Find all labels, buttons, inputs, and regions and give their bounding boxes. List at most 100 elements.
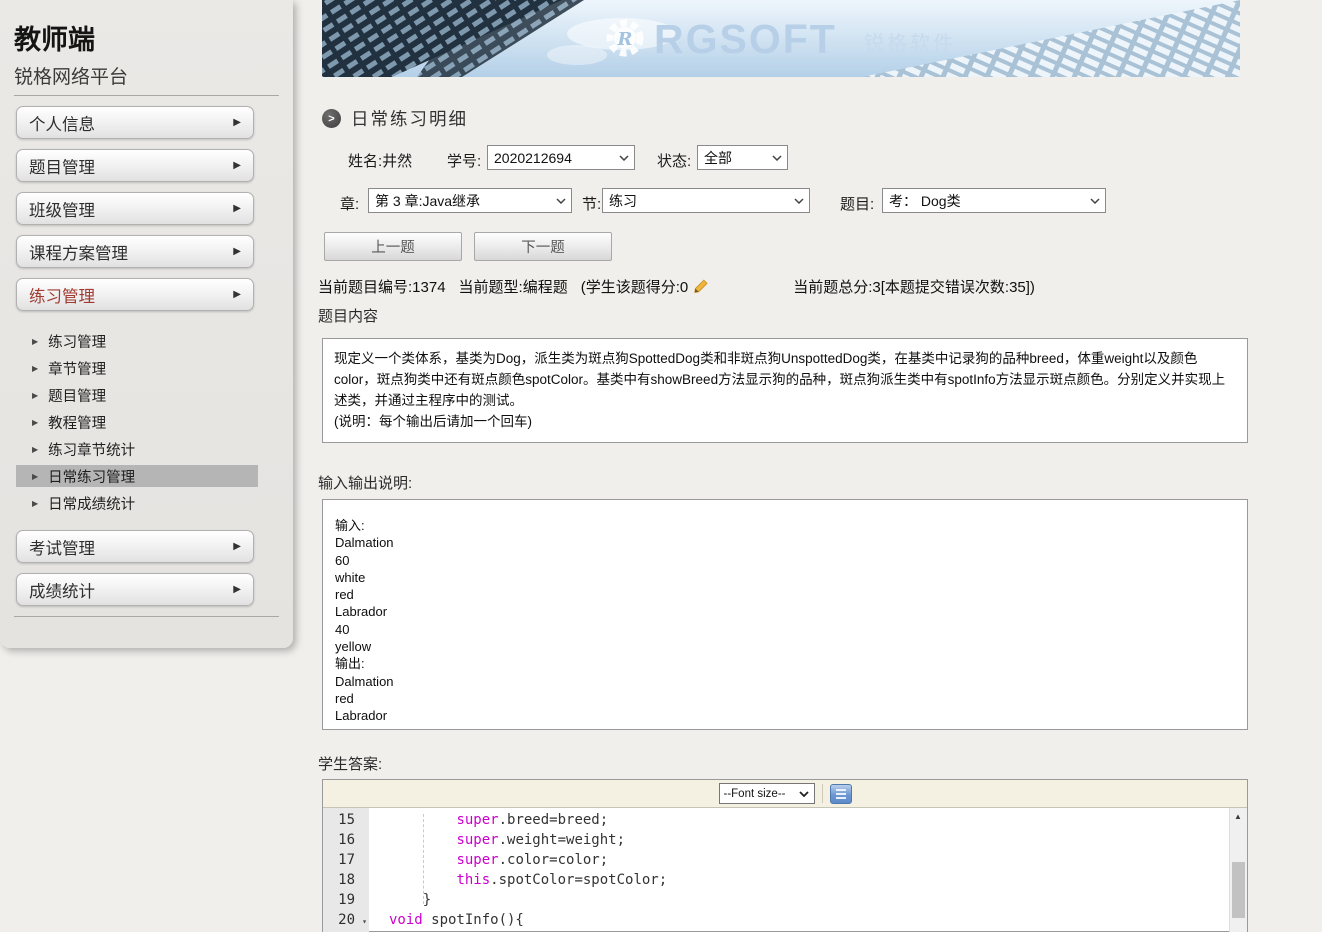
question-label: 题目: bbox=[840, 193, 874, 214]
chevron-right-icon: ▶ bbox=[233, 160, 241, 171]
question-select-wrap: 考： Dog类 bbox=[882, 188, 1106, 213]
chapter-label: 章: bbox=[340, 193, 359, 214]
app-subtitle: 锐格网络平台 bbox=[14, 62, 128, 89]
submenu-daily-exercise-mgmt[interactable]: ▶ 日常练习管理 bbox=[16, 465, 258, 487]
next-question-button[interactable]: 下一题 bbox=[474, 232, 612, 261]
student-id-select[interactable]: 2020212694 bbox=[487, 145, 635, 170]
line-number: 19 bbox=[323, 892, 369, 912]
question-total-score: 当前题总分:3[本题提交错误次数:35]) bbox=[793, 276, 1035, 297]
student-id-label: 学号: bbox=[447, 150, 481, 171]
code-line: super.color=color; bbox=[389, 852, 1247, 872]
sidebar-item-class-mgmt[interactable]: 班级管理 ▶ bbox=[16, 192, 254, 225]
sidebar-item-question-mgmt[interactable]: 题目管理 ▶ bbox=[16, 149, 254, 182]
line-number: 18 bbox=[323, 872, 369, 892]
content-section-label: 题目内容 bbox=[318, 305, 378, 326]
sidebar-item-label: 个人信息 bbox=[29, 111, 95, 135]
sidebar-item-personal-info[interactable]: 个人信息 ▶ bbox=[16, 106, 254, 139]
code-line: super.breed=breed; bbox=[389, 812, 1247, 832]
banner-image: R RGSOFT 锐格软件 bbox=[322, 0, 1240, 77]
editor-scrollbar[interactable]: ▲ bbox=[1229, 808, 1247, 932]
sidebar-item-score-stats[interactable]: 成绩统计 ▶ bbox=[16, 573, 254, 606]
student-name-label: 姓名:井然 bbox=[348, 150, 412, 171]
student-score: (学生该题得分:0 bbox=[581, 276, 689, 297]
io-description-box: 输入: Dalmation 60 white red Labrador 40 y… bbox=[322, 499, 1248, 730]
scrollbar-thumb[interactable] bbox=[1232, 862, 1245, 918]
triangle-bullet-icon: ▶ bbox=[32, 445, 38, 454]
chapter-select[interactable]: 第 3 章:Java继承 bbox=[368, 188, 572, 213]
fold-arrow-icon[interactable]: ▾ bbox=[362, 917, 367, 926]
section-label: 节: bbox=[582, 193, 601, 214]
svg-text:R: R bbox=[617, 29, 633, 50]
submenu-tutorial-mgmt[interactable]: ▶ 教程管理 bbox=[16, 411, 258, 433]
submenu-label: 练习章节统计 bbox=[48, 439, 135, 460]
app-title: 教师端 bbox=[14, 18, 95, 57]
triangle-bullet-icon: ▶ bbox=[32, 499, 38, 508]
prev-question-button[interactable]: 上一题 bbox=[324, 232, 462, 261]
section-select[interactable]: 练习 bbox=[602, 188, 810, 213]
triangle-bullet-icon: ▶ bbox=[32, 364, 38, 373]
divider bbox=[14, 616, 279, 617]
submenu-label: 练习管理 bbox=[48, 331, 106, 352]
status-select[interactable]: 全部 bbox=[697, 145, 788, 170]
svg-text:锐格软件: 锐格软件 bbox=[864, 32, 956, 55]
submenu-label: 教程管理 bbox=[48, 412, 106, 433]
sidebar-item-exercise-mgmt[interactable]: 练习管理 ▶ bbox=[16, 278, 254, 311]
divider bbox=[14, 95, 279, 96]
chevron-right-icon: ▶ bbox=[233, 584, 241, 595]
indent-guide bbox=[423, 814, 424, 904]
line-number: 16 bbox=[323, 832, 369, 852]
question-type: 当前题型:编程题 bbox=[459, 276, 568, 297]
editor-toolbar: --Font size-- bbox=[323, 780, 1247, 808]
submenu-daily-score-stats[interactable]: ▶ 日常成绩统计 bbox=[16, 492, 258, 514]
line-number: 15 bbox=[323, 812, 369, 832]
student-id-select-wrap: 2020212694 bbox=[487, 145, 635, 170]
sidebar: 教师端 锐格网络平台 个人信息 ▶ 题目管理 ▶ 班级管理 ▶ 课程方案管理 ▶… bbox=[0, 0, 293, 648]
editor-body[interactable]: 15 16 17 18 19 20▾ super.breed=breed; su… bbox=[323, 808, 1247, 932]
chevron-right-icon: ▶ bbox=[233, 289, 241, 300]
edit-pencil-icon[interactable] bbox=[693, 279, 709, 294]
chapter-select-wrap: 第 3 章:Java继承 bbox=[368, 188, 572, 213]
submenu-exercise-mgmt[interactable]: ▶ 练习管理 bbox=[16, 330, 258, 352]
chevron-right-icon: ▶ bbox=[233, 541, 241, 552]
code-area[interactable]: super.breed=breed; super.weight=weight; … bbox=[369, 808, 1247, 932]
submenu-label: 日常练习管理 bbox=[48, 466, 135, 487]
code-line: this.spotColor=spotColor; bbox=[389, 872, 1247, 892]
page-title: 日常练习明细 bbox=[351, 106, 468, 131]
submenu-chapter-mgmt[interactable]: ▶ 章节管理 bbox=[16, 357, 258, 379]
triangle-bullet-icon: ▶ bbox=[32, 418, 38, 427]
chevron-right-icon: ▶ bbox=[233, 203, 241, 214]
sidebar-item-label: 题目管理 bbox=[29, 154, 95, 178]
line-number-gutter: 15 16 17 18 19 20▾ bbox=[323, 808, 369, 932]
sidebar-item-label: 练习管理 bbox=[29, 283, 95, 307]
code-line: void spotInfo(){ bbox=[389, 912, 1247, 932]
code-editor: --Font size-- 15 16 17 18 19 20▾ super.b… bbox=[322, 779, 1248, 932]
triangle-bullet-icon: ▶ bbox=[32, 337, 38, 346]
font-size-select[interactable]: --Font size-- bbox=[719, 783, 815, 804]
question-number: 当前题目编号:1374 bbox=[318, 276, 446, 297]
line-number: 17 bbox=[323, 852, 369, 872]
page-title-row: > 日常练习明细 bbox=[322, 106, 468, 131]
code-line: super.weight=weight; bbox=[389, 832, 1247, 852]
answer-section-label: 学生答案: bbox=[318, 753, 382, 774]
triangle-bullet-icon: ▶ bbox=[32, 391, 38, 400]
question-select[interactable]: 考： Dog类 bbox=[882, 188, 1106, 213]
submenu-question-mgmt[interactable]: ▶ 题目管理 bbox=[16, 384, 258, 406]
gear-icon: R bbox=[610, 23, 640, 53]
section-select-wrap: 练习 bbox=[602, 188, 810, 213]
sidebar-item-course-plan-mgmt[interactable]: 课程方案管理 ▶ bbox=[16, 235, 254, 268]
submenu-exercise-chapter-stats[interactable]: ▶ 练习章节统计 bbox=[16, 438, 258, 460]
sidebar-item-label: 考试管理 bbox=[29, 535, 95, 559]
svg-text:RGSOFT: RGSOFT bbox=[654, 16, 837, 62]
header-banner: R RGSOFT 锐格软件 bbox=[322, 0, 1240, 77]
document-style-icon[interactable] bbox=[830, 784, 852, 804]
question-status-line: 当前题目编号:1374 当前题型:编程题 (学生该题得分:0 当前题总分:3[本… bbox=[318, 276, 1258, 297]
scroll-up-icon[interactable]: ▲ bbox=[1234, 812, 1242, 821]
arrow-circle-icon: > bbox=[322, 109, 341, 128]
toolbar-separator bbox=[822, 784, 823, 803]
chevron-right-icon: ▶ bbox=[233, 117, 241, 128]
page: { "colors": { "accent_red": "#a03a30", "… bbox=[0, 0, 1322, 932]
sidebar-item-exam-mgmt[interactable]: 考试管理 ▶ bbox=[16, 530, 254, 563]
submenu-label: 日常成绩统计 bbox=[48, 493, 135, 514]
font-size-select-wrap: --Font size-- bbox=[719, 783, 815, 804]
sidebar-item-label: 成绩统计 bbox=[29, 578, 95, 602]
